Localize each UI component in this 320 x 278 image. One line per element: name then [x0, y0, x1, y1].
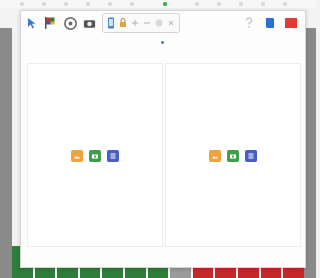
- page-dot[interactable]: [283, 2, 287, 6]
- left-canvas-panel[interactable]: [27, 63, 163, 247]
- phone-icon[interactable]: [105, 16, 117, 30]
- page-indicator-row: [0, 0, 316, 8]
- page-dot[interactable]: [86, 2, 90, 6]
- pointer-icon[interactable]: [23, 14, 41, 32]
- flag-icon[interactable]: [42, 14, 60, 32]
- page-dot[interactable]: [261, 2, 265, 6]
- toolbar-right: [238, 14, 301, 32]
- circle-icon[interactable]: [153, 16, 165, 30]
- page-dot[interactable]: [20, 2, 24, 6]
- camera-icon[interactable]: [80, 14, 98, 32]
- cursor-marker: [161, 41, 164, 44]
- shape-tool-group: [102, 13, 180, 33]
- image-icon[interactable]: [209, 150, 221, 162]
- close-icon[interactable]: [165, 16, 177, 30]
- toolbar: [21, 11, 305, 35]
- image-icon[interactable]: [71, 150, 83, 162]
- panel-actions: [166, 150, 300, 162]
- page-dot[interactable]: [130, 2, 134, 6]
- exit-icon[interactable]: [282, 14, 300, 32]
- camera-icon[interactable]: [89, 150, 101, 162]
- background-left-edge: [0, 28, 12, 278]
- list-icon[interactable]: [107, 150, 119, 162]
- panel-actions: [28, 150, 162, 162]
- palette-icon[interactable]: [61, 14, 79, 32]
- page-dot[interactable]: [42, 2, 46, 6]
- page-dot[interactable]: [239, 2, 243, 6]
- page-dot[interactable]: [108, 2, 112, 6]
- lock-icon[interactable]: [117, 16, 129, 30]
- editor-dialog: [20, 10, 306, 268]
- page-dot[interactable]: [64, 2, 68, 6]
- right-canvas-panel[interactable]: [165, 63, 301, 247]
- help-icon[interactable]: [240, 14, 258, 32]
- minus-icon[interactable]: [141, 16, 153, 30]
- screen: [0, 0, 316, 278]
- page-dot[interactable]: [217, 2, 221, 6]
- page-dot-active[interactable]: [163, 2, 167, 6]
- plus-icon[interactable]: [129, 16, 141, 30]
- book-icon[interactable]: [261, 14, 279, 32]
- list-icon[interactable]: [245, 150, 257, 162]
- page-dot[interactable]: [195, 2, 199, 6]
- camera-icon[interactable]: [227, 150, 239, 162]
